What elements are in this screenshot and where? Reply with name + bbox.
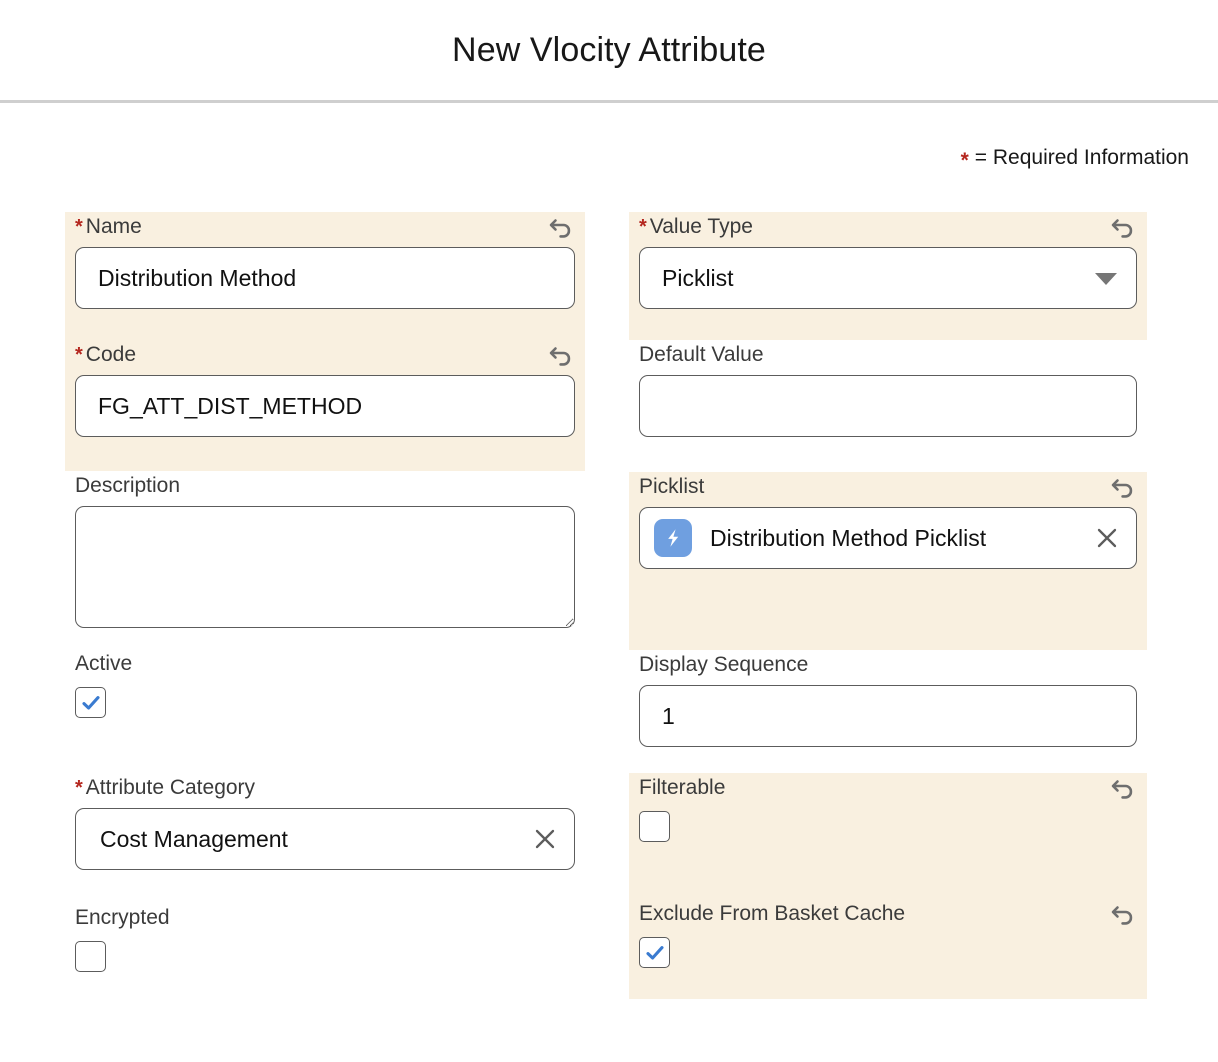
undo-icon-picklist[interactable] [1109,473,1137,501]
modal-header: New Vlocity Attribute [0,0,1218,100]
field-inner-active: Active [65,649,585,718]
field-label-text: Display Sequence [639,653,809,676]
field-label-display_sequence: Display Sequence [639,650,808,680]
required-asterisk: * [639,216,647,238]
field-description: Description [65,471,585,649]
attribute_category-selected-value: Cost Management [100,825,288,852]
description-textarea[interactable] [75,506,575,628]
field-inner-picklist: Picklist Distribution Method Picklist [629,472,1147,569]
field-label-text: Value Type [649,215,753,238]
field-label-filterable: Filterable [639,773,725,803]
field-exclude_from_basket_cache: Exclude From Basket Cache [629,899,1147,999]
field-encrypted: Encrypted [65,903,585,1011]
field-label-code: * Code [75,340,136,370]
field-inner-default_value: Default Value [629,340,1147,437]
field-label-picklist: Picklist [639,472,704,502]
field-label-text: Exclude From Basket Cache [639,902,906,925]
value_type-select-wrapper: Picklist [639,247,1137,309]
field-label-active: Active [75,649,132,679]
encrypted-checkbox[interactable] [75,941,106,972]
field-label-row-picklist: Picklist [639,472,1137,502]
close-icon[interactable] [530,824,560,854]
required-legend-text: = Required Information [974,146,1189,169]
field-label-default_value: Default Value [639,340,764,370]
required-asterisk: * [75,344,83,366]
filterable-checkbox[interactable] [639,811,670,842]
field-inner-name: * Name [65,212,585,309]
field-name: * Name [65,212,585,340]
field-value_type: * Value Type Picklist [629,212,1147,340]
field-label-text: Filterable [639,776,726,799]
name-input[interactable] [75,247,575,309]
field-label-row-value_type: * Value Type [639,212,1137,242]
field-inner-description: Description [65,471,585,628]
field-label-row-filterable: Filterable [639,773,1137,803]
display_sequence-input[interactable] [639,685,1137,747]
field-label-text: Code [85,343,136,366]
required-asterisk: * [960,149,969,172]
undo-icon-code[interactable] [547,341,575,369]
field-inner-exclude_from_basket_cache: Exclude From Basket Cache [629,899,1147,968]
field-label-row-encrypted: Encrypted [75,903,575,933]
field-inner-code: * Code [65,340,585,437]
default_value-input[interactable] [639,375,1137,437]
code-input[interactable] [75,375,575,437]
field-label-encrypted: Encrypted [75,903,170,933]
field-label-text: Name [85,215,142,238]
field-label-text: Active [75,652,133,675]
field-label-row-description: Description [75,471,575,501]
value_type-select[interactable]: Picklist [639,247,1137,309]
required-asterisk: * [75,777,83,799]
field-label-attribute_category: * Attribute Category [75,773,255,803]
field-inner-attribute_category: * Attribute Category Cost Management [65,773,585,870]
field-inner-filterable: Filterable [629,773,1147,842]
field-label-description: Description [75,471,180,501]
undo-icon-exclude_from_basket_cache[interactable] [1109,900,1137,928]
field-filterable: Filterable [629,773,1147,899]
field-active: Active [65,649,585,773]
field-label-text: Encrypted [75,906,170,929]
required-asterisk: * [75,216,83,238]
close-icon[interactable] [1092,523,1122,553]
field-label-row-exclude_from_basket_cache: Exclude From Basket Cache [639,899,1137,929]
field-attribute_category: * Attribute Category Cost Management [65,773,585,903]
field-display_sequence: Display Sequence [629,650,1147,773]
lightning-bolt-icon [654,519,692,557]
value_type-selected-value: Picklist [662,264,734,291]
field-inner-display_sequence: Display Sequence [629,650,1147,747]
exclude_from_basket_cache-checkbox[interactable] [639,937,670,968]
field-label-row-default_value: Default Value [639,340,1137,370]
picklist-lookup[interactable]: Distribution Method Picklist [639,507,1137,569]
field-label-text: Attribute Category [85,776,256,799]
undo-icon-filterable[interactable] [1109,774,1137,802]
active-checkbox[interactable] [75,687,106,718]
chevron-down-icon[interactable] [1095,273,1117,285]
field-label-row-name: * Name [75,212,575,242]
required-information-legend: * = Required Information [960,146,1189,172]
attribute_category-lookup[interactable]: Cost Management [75,808,575,870]
page-title: New Vlocity Attribute [452,30,766,69]
field-label-text: Picklist [639,475,705,498]
field-label-name: * Name [75,212,142,242]
field-default_value: Default Value [629,340,1147,471]
field-label-exclude_from_basket_cache: Exclude From Basket Cache [639,899,905,929]
field-label-row-active: Active [75,649,575,679]
field-label-value_type: * Value Type [639,212,753,242]
header-divider [0,100,1218,103]
field-label-row-display_sequence: Display Sequence [639,650,1137,680]
field-picklist: Picklist Distribution Method Picklist [629,472,1147,650]
field-code: * Code [65,340,585,471]
field-inner-value_type: * Value Type Picklist [629,212,1147,309]
field-label-row-code: * Code [75,340,575,370]
field-label-row-attribute_category: * Attribute Category [75,773,575,803]
field-label-text: Default Value [639,343,764,366]
field-label-text: Description [75,474,181,497]
undo-icon-name[interactable] [547,213,575,241]
undo-icon-value_type[interactable] [1109,213,1137,241]
field-inner-encrypted: Encrypted [65,903,585,972]
picklist-selected-value: Distribution Method Picklist [710,524,987,551]
